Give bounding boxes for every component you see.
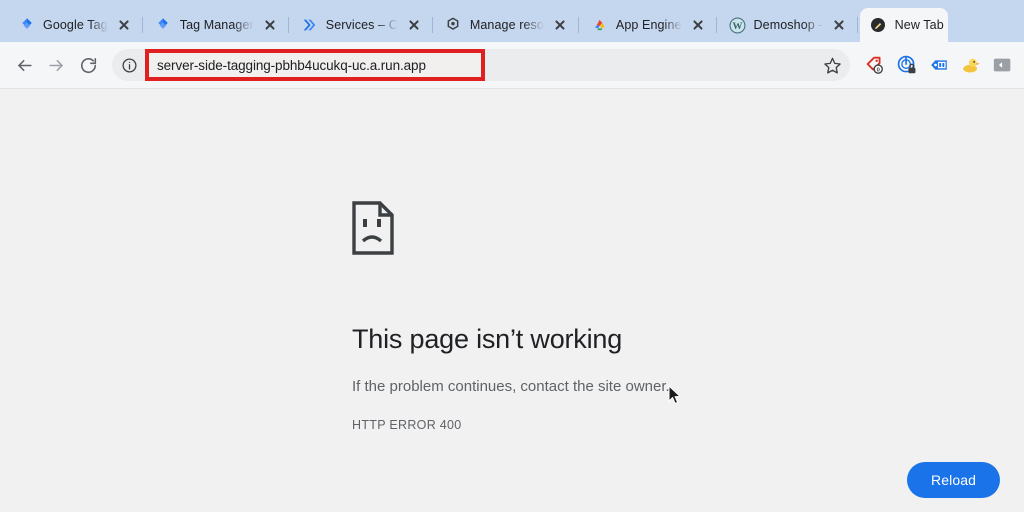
reload-page-button[interactable]: Reload bbox=[907, 462, 1000, 498]
sad-page-icon bbox=[352, 201, 972, 260]
rubber-duck-icon[interactable] bbox=[958, 52, 984, 78]
url-highlight-box: server-side-tagging-pbhb4ucukq-uc.a.run.… bbox=[145, 49, 485, 81]
bookmark-star-icon[interactable] bbox=[817, 50, 847, 80]
clipped-extension-icon[interactable] bbox=[990, 52, 1016, 78]
page-content-area: This page isn’t working If the problem c… bbox=[0, 89, 1024, 512]
browser-tab-title: Demoshop - bbox=[753, 18, 823, 32]
tab-close-icon[interactable] bbox=[261, 16, 279, 34]
tab-close-icon[interactable] bbox=[115, 16, 133, 34]
browser-tab-manage-resources[interactable]: Manage reso bbox=[435, 8, 576, 42]
url-text[interactable]: server-side-tagging-pbhb4ucukq-uc.a.run.… bbox=[157, 58, 426, 73]
error-code: HTTP ERROR 400 bbox=[352, 418, 462, 432]
browser-tab-tag-manager[interactable]: Tag Manager bbox=[145, 8, 286, 42]
browser-tab-title: Services – C bbox=[325, 18, 398, 32]
browser-tab-new-tab[interactable]: New Tab bbox=[859, 8, 948, 42]
google-cloud-icon bbox=[591, 17, 608, 34]
tab-separator bbox=[577, 17, 579, 33]
browser-tab-strip: Google Tag Tag Manager Services – C Mana… bbox=[0, 0, 1024, 42]
tab-separator bbox=[431, 17, 433, 33]
privacy-lock-icon[interactable] bbox=[894, 52, 920, 78]
site-info-icon[interactable] bbox=[115, 51, 143, 79]
google-cloud-settings-icon bbox=[445, 17, 462, 34]
tab-separator bbox=[715, 17, 717, 33]
tag-debug-icon[interactable] bbox=[926, 52, 952, 78]
google-cloud-run-icon bbox=[301, 17, 318, 34]
tab-close-icon[interactable] bbox=[405, 16, 423, 34]
tab-close-icon[interactable] bbox=[830, 16, 848, 34]
reload-button[interactable] bbox=[72, 49, 104, 81]
browser-tab-services[interactable]: Services – C bbox=[291, 8, 430, 42]
browser-toolbar: server-side-tagging-pbhb4ucukq-uc.a.run.… bbox=[0, 42, 1024, 89]
browser-tab-title: Google Tag bbox=[43, 18, 108, 32]
google-tag-manager-icon bbox=[155, 17, 172, 34]
browser-tab-app-engine[interactable]: App Engine bbox=[581, 8, 714, 42]
tab-separator bbox=[287, 17, 289, 33]
browser-tab-title: Manage reso bbox=[469, 18, 544, 32]
google-tag-manager-icon bbox=[18, 17, 35, 34]
back-button[interactable] bbox=[8, 49, 40, 81]
error-container: This page isn’t working If the problem c… bbox=[352, 201, 972, 432]
new-tab-pencil-icon bbox=[870, 17, 887, 34]
wordpress-icon: W bbox=[729, 16, 746, 34]
omnibox[interactable]: server-side-tagging-pbhb4ucukq-uc.a.run.… bbox=[112, 49, 850, 81]
tab-close-icon[interactable] bbox=[551, 16, 569, 34]
svg-text:W: W bbox=[732, 21, 742, 32]
error-subtitle: If the problem continues, contact the si… bbox=[352, 378, 670, 395]
extensions-tray: 0 bbox=[856, 52, 1016, 78]
tab-separator bbox=[856, 17, 858, 33]
browser-tab-title: App Engine bbox=[615, 18, 682, 32]
browser-tab-title: New Tab bbox=[894, 18, 944, 32]
error-title: This page isn’t working bbox=[352, 324, 623, 354]
tab-separator bbox=[141, 17, 143, 33]
browser-tab-google-tag[interactable]: Google Tag bbox=[8, 8, 140, 42]
browser-tab-demoshop[interactable]: W Demoshop - bbox=[719, 8, 855, 42]
tag-assistant-icon[interactable]: 0 bbox=[862, 52, 888, 78]
forward-button[interactable] bbox=[40, 49, 72, 81]
browser-tab-title: Tag Manager bbox=[179, 18, 254, 32]
tab-close-icon[interactable] bbox=[689, 16, 707, 34]
